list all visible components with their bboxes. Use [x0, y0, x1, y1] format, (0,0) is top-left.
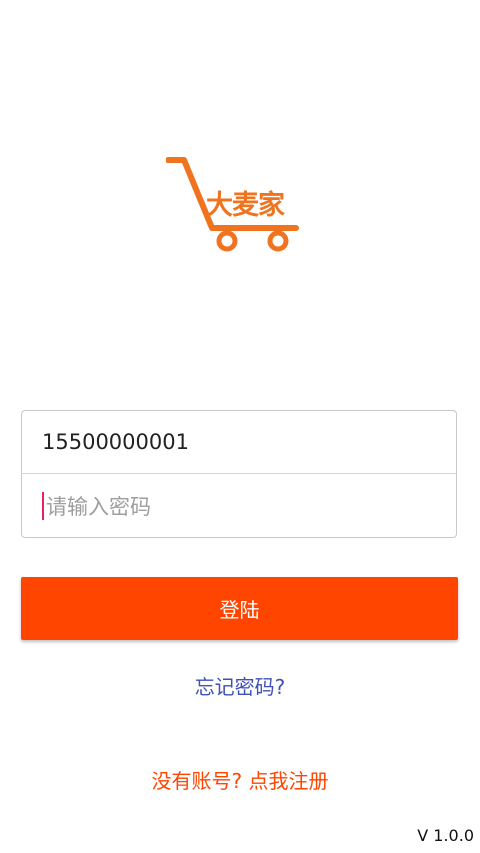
login-form: 15500000001 请输入密码 — [21, 410, 457, 538]
text-caret — [42, 492, 44, 520]
password-placeholder: 请输入密码 — [46, 495, 151, 519]
phone-value: 15500000001 — [42, 430, 189, 454]
logo-text: 大麦家 — [206, 190, 285, 221]
login-button[interactable]: 登陆 — [21, 577, 458, 640]
login-button-label: 登陆 — [219, 598, 260, 622]
phone-input[interactable]: 15500000001 — [22, 411, 456, 474]
password-input[interactable]: 请输入密码 — [22, 475, 456, 537]
forgot-password-link[interactable]: 忘记密码? — [0, 671, 480, 700]
version-label: V 1.0.0 — [417, 826, 474, 845]
register-link[interactable]: 没有账号? 点我注册 — [0, 765, 480, 794]
